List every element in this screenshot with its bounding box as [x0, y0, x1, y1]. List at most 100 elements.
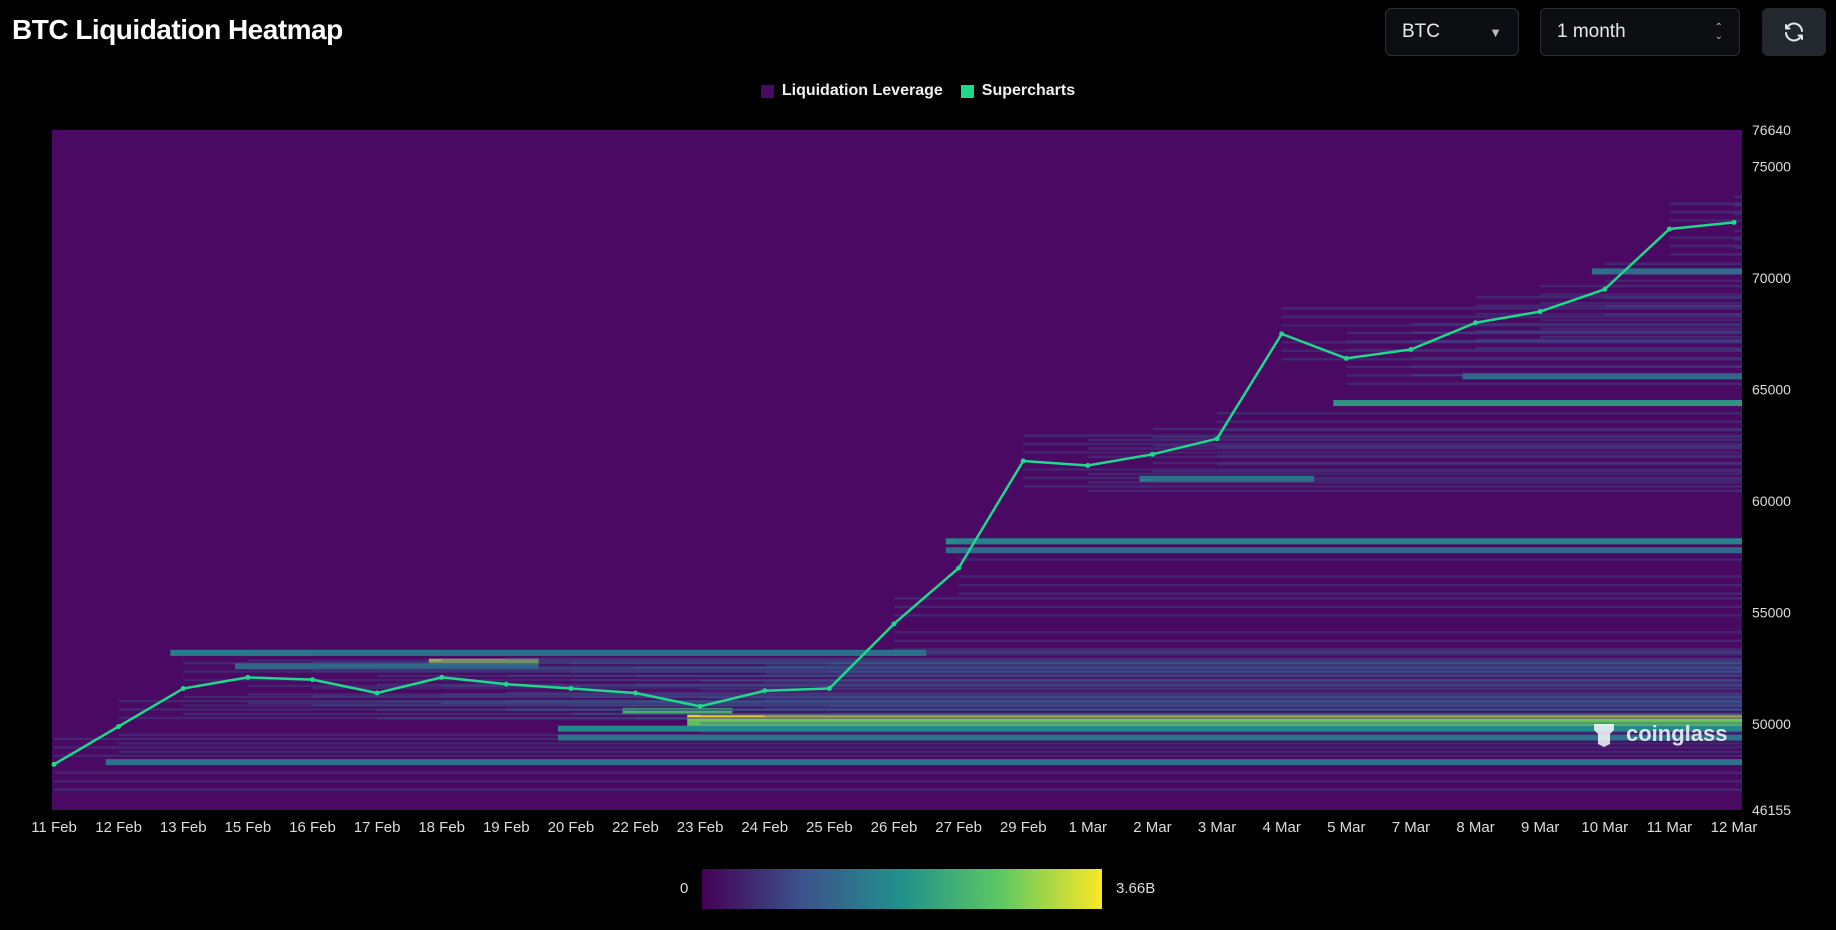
liquidation-texture-band — [635, 708, 1742, 712]
liquidation-texture-band — [1734, 238, 1742, 241]
liquidation-texture-band — [441, 650, 1742, 654]
price-point — [439, 674, 445, 680]
liquidation-band — [1333, 400, 1742, 407]
liquidation-texture-band — [1410, 373, 1742, 377]
up-down-arrows-icon: ⌃ ⌄ — [1714, 22, 1723, 42]
y-tick-label: 55000 — [1752, 605, 1791, 621]
liquidation-texture-band — [829, 661, 1742, 665]
x-tick-label: 27 Feb — [935, 819, 982, 836]
x-tick-label: 2 Mar — [1133, 819, 1171, 836]
liquidation-texture-band — [1734, 212, 1742, 216]
liquidation-texture-band — [54, 788, 1742, 792]
liquidation-texture-band — [1540, 293, 1742, 296]
price-point — [1149, 451, 1155, 457]
asset-select[interactable]: BTC ▼ — [1385, 8, 1519, 56]
liquidation-texture-band — [1734, 204, 1742, 207]
liquidation-texture-band — [894, 614, 1742, 617]
liquidation-texture-band — [1087, 472, 1742, 476]
liquidation-texture-band — [1669, 253, 1742, 256]
liquidation-texture-band — [1540, 318, 1742, 322]
liquidation-texture-band — [894, 597, 1742, 600]
x-tick-label: 22 Feb — [612, 819, 659, 836]
price-point — [1343, 355, 1349, 361]
liquidation-texture-band — [1604, 305, 1742, 308]
price-point — [503, 681, 509, 687]
liquidation-texture-band — [894, 648, 1742, 651]
liquidation-texture-band — [1734, 229, 1742, 233]
liquidation-texture-band — [1669, 236, 1742, 239]
legend-item-liquidation-leverage[interactable]: Liquidation Leverage — [760, 82, 943, 100]
liquidation-texture-band — [54, 754, 1742, 758]
chart-legend: Liquidation Leverage Supercharts — [0, 82, 1836, 100]
liquidation-texture-band — [118, 750, 1743, 754]
range-select[interactable]: 1 month ⌃ ⌄ — [1540, 8, 1740, 56]
x-tick-label: 20 Feb — [548, 819, 595, 836]
x-tick-label: 1 Mar — [1069, 819, 1107, 836]
liquidation-texture-band — [958, 592, 1742, 595]
liquidation-texture-band — [1346, 382, 1742, 386]
x-tick-label: 16 Feb — [289, 819, 336, 836]
liquidation-texture-band — [1217, 445, 1742, 449]
liquidation-texture-band — [894, 639, 1742, 643]
x-tick-label: 13 Feb — [160, 819, 207, 836]
x-tick-label: 15 Feb — [224, 819, 271, 836]
liquidation-texture-band — [1410, 356, 1742, 360]
liquidation-texture-band — [635, 717, 1742, 720]
page-title: BTC Liquidation Heatmap — [12, 14, 343, 45]
x-tick-label: 8 Mar — [1456, 819, 1494, 836]
liquidation-texture-band — [1152, 478, 1742, 481]
liquidation-texture-band — [54, 780, 1742, 783]
liquidation-texture-band — [700, 688, 1743, 691]
price-point — [826, 686, 832, 692]
price-point — [956, 565, 962, 571]
liquidation-texture-band — [506, 657, 1743, 660]
price-point — [180, 686, 186, 692]
liquidation-texture-band — [1217, 412, 1742, 415]
liquidation-texture-band — [958, 558, 1742, 561]
liquidation-texture-band — [1087, 489, 1742, 493]
liquidation-texture-band — [829, 712, 1742, 716]
heatmap-chart[interactable]: 76640 75000 70000 65000 60000 55000 50000 46155… — [0, 110, 1836, 850]
liquidation-texture-band — [764, 672, 1742, 676]
x-tick-label: 19 Feb — [483, 819, 530, 836]
liquidation-band — [105, 759, 1743, 766]
refresh-button[interactable] — [1762, 8, 1826, 56]
x-tick-label: 5 Mar — [1327, 819, 1365, 836]
liquidation-texture-band — [1604, 313, 1742, 316]
liquidation-texture-band — [1540, 327, 1742, 330]
asset-select-value: BTC — [1402, 21, 1440, 42]
liquidation-texture-band — [764, 681, 1742, 684]
price-point — [309, 677, 315, 683]
y-tick-label: 46155 — [1752, 802, 1791, 818]
y-tick-label: 76640 — [1752, 122, 1791, 138]
price-point — [1020, 458, 1026, 464]
liquidation-texture-band — [1217, 429, 1742, 432]
price-point — [1279, 331, 1285, 337]
liquidation-texture-band — [1087, 481, 1742, 484]
legend-item-supercharts[interactable]: Supercharts — [960, 82, 1075, 100]
y-tick-label: 70000 — [1752, 270, 1791, 286]
caret-down-icon: ▼ — [1489, 24, 1502, 40]
liquidation-texture-band — [1475, 346, 1742, 350]
y-tick-label: 75000 — [1752, 159, 1791, 175]
liquidation-texture-band — [312, 652, 1742, 656]
x-tick-label: 7 Mar — [1392, 819, 1430, 836]
legend-swatch-supercharts — [960, 84, 974, 98]
liquidation-texture-band — [829, 670, 1742, 673]
liquidation-texture-band — [506, 691, 1743, 694]
x-tick-label: 12 Mar — [1711, 819, 1758, 836]
liquidation-texture-band — [700, 722, 1743, 725]
liquidation-texture-band — [1281, 307, 1742, 310]
liquidation-texture-band — [958, 575, 1742, 578]
x-tick-label: 9 Mar — [1521, 819, 1559, 836]
liquidation-texture-band — [118, 733, 1743, 737]
x-tick-label: 10 Mar — [1581, 819, 1628, 836]
liquidation-texture-band — [1152, 436, 1742, 439]
price-point — [374, 690, 380, 696]
liquidation-texture-band — [1217, 462, 1742, 466]
x-tick-label: 12 Feb — [95, 819, 142, 836]
liquidation-texture-band — [894, 631, 1742, 634]
liquidation-texture-band — [958, 541, 1742, 544]
liquidation-texture-band — [1734, 246, 1742, 249]
liquidation-texture-band — [635, 683, 1742, 686]
